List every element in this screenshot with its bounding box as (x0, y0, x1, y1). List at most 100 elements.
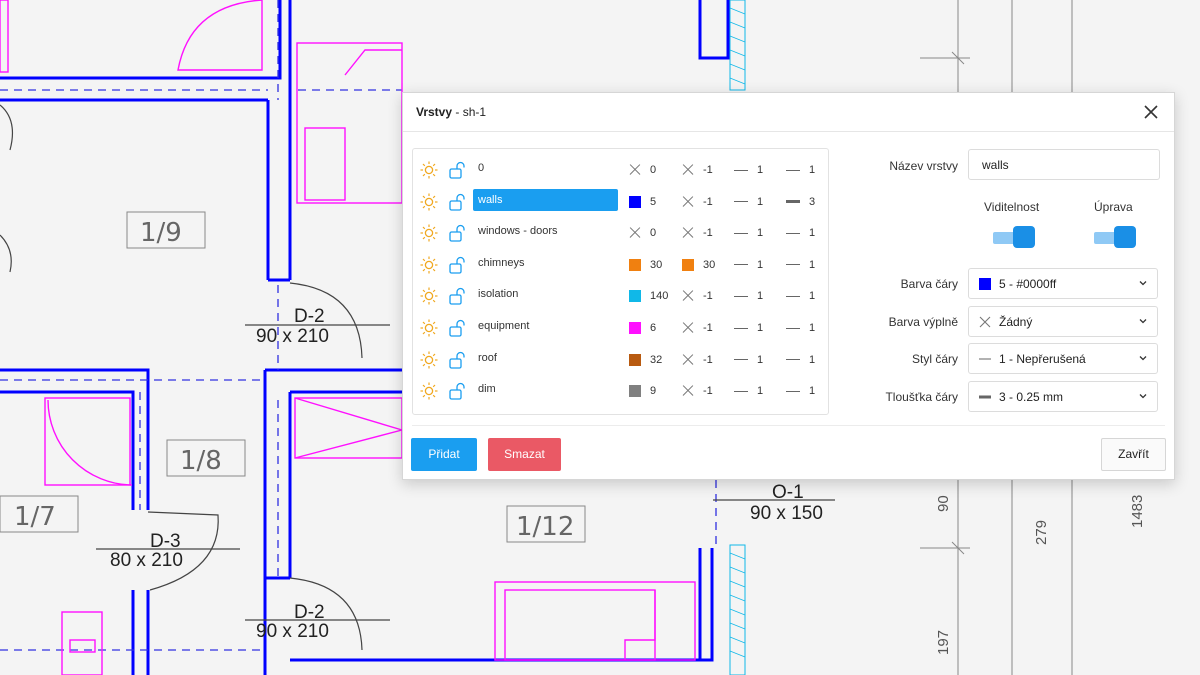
visibility-sun-icon[interactable] (419, 192, 439, 212)
fill-color-cell[interactable]: -1 (682, 193, 713, 211)
unlock-icon[interactable] (447, 318, 467, 338)
layer-name-input[interactable]: walls (968, 149, 1160, 180)
line-color-cell[interactable]: 5 (629, 193, 656, 211)
layer-name[interactable]: isolation (473, 283, 618, 305)
visibility-sun-icon[interactable] (419, 223, 439, 243)
line-width-icon (786, 169, 800, 171)
line-style-icon (734, 264, 748, 266)
line-style-cell[interactable]: 1 (734, 351, 763, 369)
unlock-icon[interactable] (447, 255, 467, 275)
line-width-cell[interactable]: 1 (786, 351, 815, 369)
line-style-value: 1 (757, 227, 764, 240)
line-style-cell[interactable]: 1 (734, 319, 763, 337)
line-style-value: 1 - Nepřerušená (999, 352, 1086, 366)
layer-row[interactable]: isolation 140 -1 1 1 (413, 281, 828, 312)
line-style-cell[interactable]: 1 (734, 193, 763, 211)
none-cross-icon (979, 316, 991, 328)
line-width-cell[interactable]: 1 (786, 224, 815, 242)
line-style-cell[interactable]: 1 (734, 161, 763, 179)
line-style-cell[interactable]: 1 (734, 256, 763, 274)
line-color-cell[interactable]: 9 (629, 382, 656, 400)
layer-row[interactable]: roof 32 -1 1 1 (413, 345, 828, 376)
none-cross-icon (629, 227, 641, 239)
line-width-cell[interactable]: 1 (786, 287, 815, 305)
layer-name[interactable]: windows - doors (473, 220, 618, 242)
unlock-icon[interactable] (447, 286, 467, 306)
close-button[interactable]: Zavřít (1101, 438, 1166, 471)
edit-toggle-knob (1114, 226, 1136, 248)
line-width-icon (786, 264, 800, 266)
chevron-down-icon (1139, 356, 1147, 361)
thin-line-icon (979, 358, 991, 360)
fill-color-cell[interactable]: -1 (682, 224, 713, 242)
line-color-cell[interactable]: 32 (629, 351, 662, 369)
line-color-select[interactable]: 5 - #0000ff (968, 268, 1158, 299)
visibility-sun-icon[interactable] (419, 381, 439, 401)
window-size: 90 x 150 (750, 503, 823, 524)
line-color-cell[interactable]: 6 (629, 319, 656, 337)
line-width-value: 1 (809, 290, 816, 303)
visibility-sun-icon[interactable] (419, 255, 439, 275)
delete-layer-button[interactable]: Smazat (488, 438, 561, 471)
line-width-value: 1 (809, 227, 816, 240)
close-icon[interactable] (1142, 103, 1160, 121)
chevron-down-icon (1139, 319, 1147, 324)
layer-name[interactable]: dim (473, 378, 618, 400)
layer-row[interactable]: 0 0 -1 1 1 (413, 155, 828, 186)
line-width-cell[interactable]: 1 (786, 256, 815, 274)
line-width-icon (786, 295, 800, 297)
unlock-icon[interactable] (447, 192, 467, 212)
fill-color-cell[interactable]: -1 (682, 382, 713, 400)
none-cross-icon (682, 385, 694, 397)
line-color-cell[interactable]: 30 (629, 256, 662, 274)
chevron-down-icon (1139, 281, 1147, 286)
unlock-icon[interactable] (447, 160, 467, 180)
line-width-select[interactable]: 3 - 0.25 mm (968, 381, 1158, 412)
line-style-cell[interactable]: 1 (734, 382, 763, 400)
line-style-value: 1 (757, 164, 764, 176)
line-color-value: 32 (650, 353, 663, 366)
unlock-icon[interactable] (447, 350, 467, 370)
visibility-sun-icon[interactable] (419, 318, 439, 338)
line-style-cell[interactable]: 1 (734, 287, 763, 305)
visibility-sun-icon[interactable] (419, 286, 439, 306)
fill-color-cell[interactable]: -1 (682, 351, 713, 369)
line-width-cell[interactable]: 1 (786, 319, 815, 337)
layer-name-label: Název vrstvy (889, 159, 958, 173)
unlock-icon[interactable] (447, 223, 467, 243)
add-layer-button[interactable]: Přidat (411, 438, 477, 471)
layer-row[interactable]: dim 9 -1 1 1 (413, 376, 828, 407)
visibility-toggle[interactable] (993, 226, 1035, 248)
fill-color-cell[interactable]: -1 (682, 319, 713, 337)
unlock-icon[interactable] (447, 381, 467, 401)
layer-row[interactable]: walls 5 -1 1 3 (413, 187, 828, 218)
layer-name[interactable]: roof (473, 347, 618, 369)
layer-row[interactable]: chimneys 30 30 1 1 (413, 250, 828, 281)
line-color-cell[interactable]: 0 (629, 161, 656, 179)
room-label-2: 1/8 (180, 446, 222, 476)
layer-name[interactable]: equipment (473, 315, 618, 337)
layer-name[interactable]: 0 (473, 157, 618, 179)
line-width-cell[interactable]: 1 (786, 382, 815, 400)
line-width-cell[interactable]: 1 (786, 161, 815, 179)
visibility-sun-icon[interactable] (419, 160, 439, 180)
fill-color-cell[interactable]: -1 (682, 161, 713, 179)
layer-row[interactable]: equipment 6 -1 1 1 (413, 313, 828, 344)
fill-color-cell[interactable]: -1 (682, 287, 713, 305)
edit-toggle[interactable] (1094, 226, 1136, 248)
layer-name[interactable]: chimneys (473, 252, 618, 274)
line-color-label: Barva čáry (900, 277, 958, 291)
fill-color-select[interactable]: Žádný (968, 306, 1158, 337)
layers-dialog: Vrstvy - sh-1 0 0 -1 1 1 walls 5 -1 1 3 windows - … (402, 92, 1175, 480)
layer-name[interactable]: walls (473, 188, 618, 211)
visibility-sun-icon[interactable] (419, 350, 439, 370)
line-color-value: 0 (650, 227, 657, 240)
line-style-cell[interactable]: 1 (734, 224, 763, 242)
line-color-cell[interactable]: 0 (629, 224, 656, 242)
line-color-cell[interactable]: 140 (629, 287, 668, 305)
fill-color-cell[interactable]: 30 (682, 256, 715, 274)
line-style-select[interactable]: 1 - Nepřerušená (968, 343, 1158, 374)
line-width-cell[interactable]: 3 (786, 193, 815, 211)
color-swatch (629, 353, 641, 366)
layer-row[interactable]: windows - doors 0 -1 1 1 (413, 218, 828, 249)
